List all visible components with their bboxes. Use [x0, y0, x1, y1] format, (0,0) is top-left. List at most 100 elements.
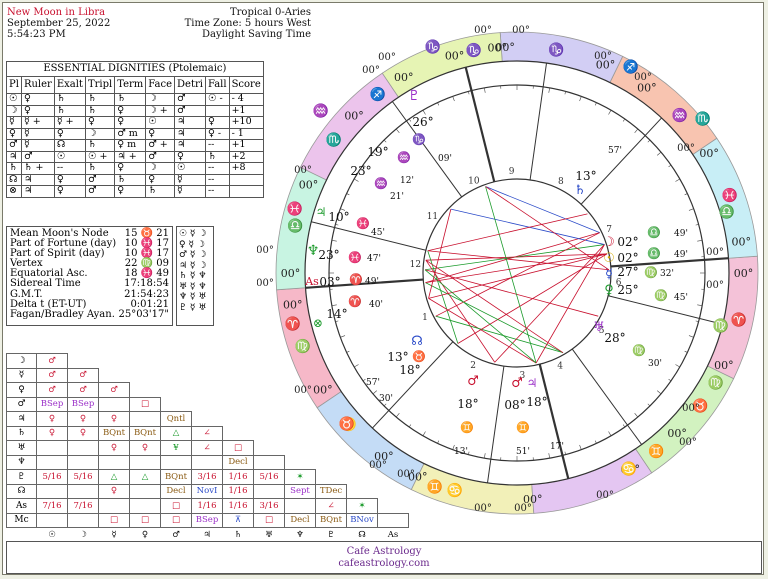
dignities-cell: ☉ — [174, 162, 206, 175]
planet-label: 25° — [617, 283, 638, 297]
dignities-cell: ☉ — [145, 116, 176, 129]
zodiac-outer-label: 00° — [634, 72, 652, 83]
aspect-cell: ⊼ — [222, 512, 254, 528]
planet-label: ♈ — [348, 295, 362, 308]
planet-label: 13° — [387, 350, 408, 364]
zodiac-rim-label: 00° — [732, 235, 752, 248]
chart-time: 5:54:23 PM — [7, 29, 66, 40]
planet-label: 49' — [674, 229, 688, 239]
planet-label: ♄ — [574, 183, 586, 198]
planet-label: 17' — [550, 442, 564, 452]
dignities-cell: ☽ — [145, 162, 176, 175]
aspect-empty — [223, 397, 254, 412]
dignities-cell: ♀ — [20, 104, 55, 117]
planet-label: ♎ — [647, 226, 661, 239]
zodiac-rim-label: ♊ — [648, 443, 664, 459]
house-number: 11 — [427, 212, 438, 222]
planet-label: 13° — [575, 169, 596, 183]
dignities-header: Detri — [174, 76, 206, 94]
dignities-cell: ♂ + — [145, 139, 176, 152]
planet-hour-box: ☉ ☿ ☽ ♀ ☿ ☽ ♂ ☿ ☽ ♃ ☿ ☽ ♄ ☿ ♆ ♅ ☿ ♆ ♆ ☿ ♅ ♇ ☿ ♅ — [176, 226, 214, 326]
dignities-cell: ♂ — [84, 173, 116, 186]
aspect-cell: ♀ — [98, 440, 130, 456]
planet-label: ☊ — [411, 334, 423, 349]
aspect-cell: ♀ — [36, 425, 68, 441]
planet-label: ♇ — [408, 88, 421, 104]
dignities-cell: ☿ — [174, 185, 206, 198]
dignities-header: Exalt — [53, 76, 86, 94]
aspect-empty — [161, 397, 192, 412]
aspect-empty — [223, 354, 254, 369]
planet-label: 09' — [438, 154, 452, 164]
planet-hour-row: ☉ ☿ ☽ — [179, 229, 207, 239]
dignities-cell: -- — [204, 173, 230, 186]
aspect-cell: BSep — [36, 396, 68, 412]
zodiac-outer-label: ♓ — [287, 201, 303, 217]
aspect-empty — [130, 354, 161, 369]
chart-point-row: Fagan/Bradley Ayan. 25°03'17" — [10, 309, 169, 320]
planet-label: 18° — [457, 397, 478, 411]
aspect-cell — [36, 512, 68, 528]
dignities-row: ⊗ ♃ ♀ ♂ ♀ ♄ ☿ -- — [6, 185, 264, 198]
aspect-cell — [67, 483, 99, 499]
aspect-row-label: ♃ — [6, 411, 37, 427]
planet-label: ☽ — [603, 235, 615, 250]
zodiac-rim-label: ♒ — [672, 108, 688, 124]
dignities-cell: ♂ m — [114, 127, 147, 140]
house-number: 12 — [410, 260, 421, 270]
zodiac-outer-label: ♉ — [339, 416, 355, 432]
planet-label: 51' — [516, 447, 530, 457]
dignities-cell: -- — [204, 185, 230, 198]
aspect-cell — [129, 498, 161, 514]
planet-label: ♂ — [511, 376, 523, 391]
zodiac-outer-label: 00° — [677, 143, 695, 154]
zodiac-rim-label: ♎ — [287, 218, 303, 234]
dignities-cell: ♄ — [114, 173, 147, 186]
dignities-cell: ♀ — [114, 162, 147, 175]
dignities-cell: ♀ — [53, 173, 86, 186]
aspect-empty — [7, 528, 37, 542]
house-number: 4 — [557, 361, 563, 371]
aspect-empty — [192, 397, 223, 412]
aspect-cell: ♂ — [67, 382, 99, 398]
aspect-empty — [161, 368, 192, 383]
aspect-cell: □ — [129, 396, 161, 412]
dignities-cell: ♀ — [20, 93, 55, 106]
dignities-cell: -- — [204, 162, 230, 175]
zodiac-rim-label: 00° — [313, 384, 333, 397]
dignities-header: Face — [145, 76, 176, 94]
house-number: 2 — [470, 361, 476, 371]
aspect-cell — [67, 454, 99, 470]
aspect-col-label: ☿ — [111, 529, 117, 540]
dignities-cell: ☉ — [6, 93, 22, 106]
zodiac-outer-label: 00° — [594, 51, 612, 62]
planet-label: ♑ — [412, 133, 426, 146]
dignities-cell: ☉ — [53, 150, 86, 163]
planet-label: ♊ — [516, 421, 530, 434]
zodiac-rim-label: ♏ — [326, 132, 342, 148]
dignities-cell — [204, 104, 230, 117]
dignities-cell: ♃ — [20, 185, 55, 198]
zodiac-outer-label: ♋ — [621, 461, 637, 477]
zodiac-outer-label: ♒ — [313, 103, 329, 119]
aspect-col-label: ♄ — [234, 529, 242, 540]
house-number: 1 — [422, 313, 428, 323]
zodiac-outer-label: 00° — [706, 280, 724, 291]
planet-label: ♊ — [460, 421, 474, 434]
dignities-cell: ♀ — [114, 116, 147, 129]
aspect-cell: □ — [129, 512, 161, 528]
planet-label: 03° — [319, 275, 340, 289]
dignities-cell: ♄ + — [20, 162, 55, 175]
planet-label: 23° — [350, 164, 371, 178]
dignities-cell: ♄ — [84, 139, 116, 152]
zodiac-outer-label: 00° — [369, 460, 387, 471]
zodiac-rim-label: ♓ — [722, 188, 738, 204]
dignities-cell: ⊗ — [6, 185, 22, 198]
zodiac-rim-label: 00° — [637, 81, 657, 94]
aspect-cell: ♀ — [98, 411, 130, 427]
zodiac-outer-label: ♍ — [713, 318, 729, 334]
planet-label: 19° — [367, 145, 388, 159]
aspect-cell: 7/16 — [36, 498, 68, 514]
aspect-row-label: ♇ — [6, 469, 37, 485]
aspect-cell: 1/16 — [222, 483, 254, 499]
